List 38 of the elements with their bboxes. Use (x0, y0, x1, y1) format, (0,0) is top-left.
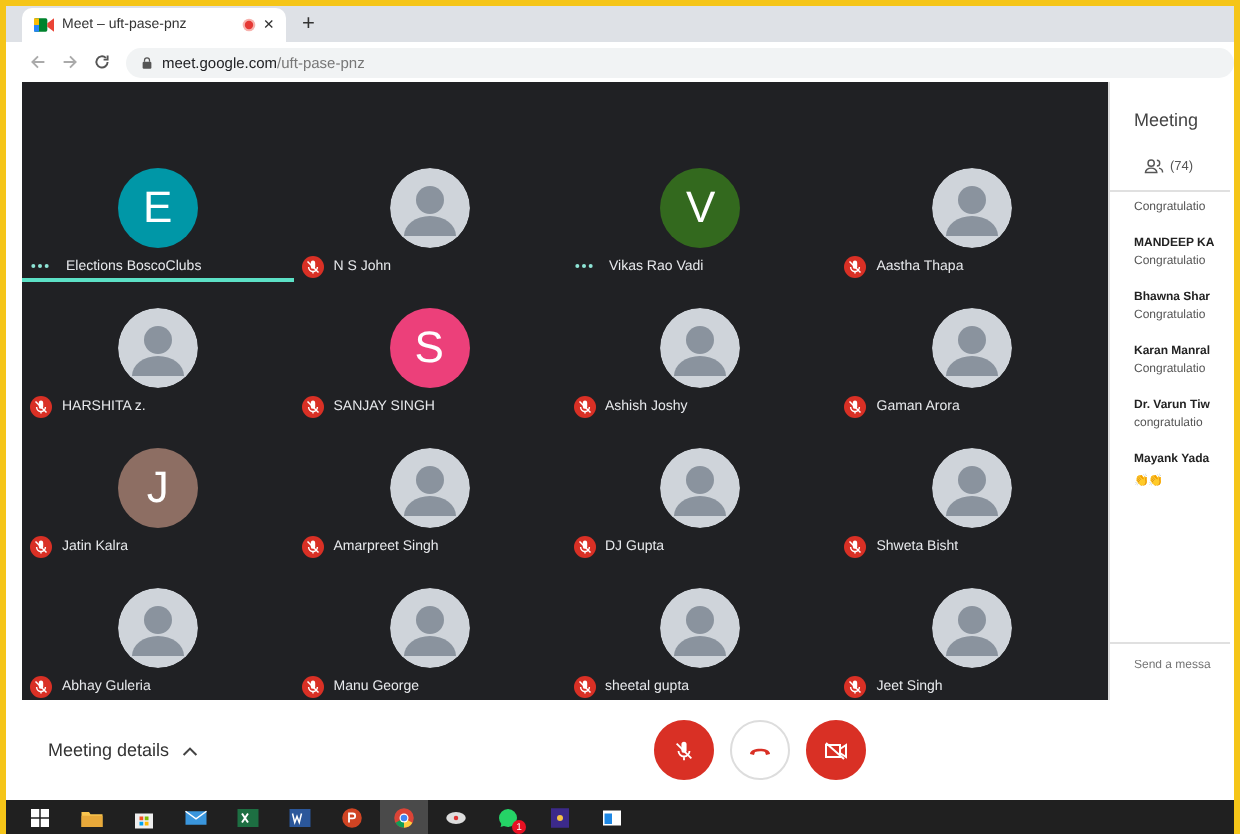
avatar-silhouette (660, 308, 741, 388)
envelope-icon (184, 805, 208, 829)
new-tab-button[interactable]: + (302, 14, 315, 36)
meeting-details-button[interactable]: Meeting details (6, 740, 198, 760)
reload-icon[interactable] (94, 54, 110, 70)
avatar-letter: V (660, 168, 741, 248)
document-icon (288, 805, 312, 829)
avatar-silhouette (389, 448, 470, 528)
avatar-silhouette (389, 588, 470, 668)
avatar-letter: S (389, 308, 470, 388)
avatar-silhouette (932, 588, 1013, 668)
media-player-icon (548, 805, 572, 829)
window-icon (600, 805, 624, 829)
avatar-silhouette (117, 588, 198, 668)
avatar-silhouette (660, 588, 741, 668)
microphone-button[interactable] (654, 720, 714, 780)
taskbar-button[interactable] (380, 800, 428, 834)
people-icon (1144, 158, 1164, 174)
avatar-letter: J (117, 448, 198, 528)
lock-icon (142, 55, 152, 69)
avatar-silhouette (389, 168, 470, 248)
chat-bubble-icon (496, 805, 520, 829)
windows-logo-icon (28, 805, 52, 829)
caret-up-icon (181, 745, 198, 755)
avatar-silhouette (117, 308, 198, 388)
avatar-silhouette (932, 448, 1013, 528)
avatar-silhouette (932, 168, 1013, 248)
spreadsheet-icon (236, 805, 260, 829)
avatar-silhouette (660, 448, 741, 528)
browser-icon (392, 805, 416, 829)
muted-mic-icon (672, 739, 696, 761)
panel-title: Meeting (1132, 108, 1201, 130)
close-tab-button[interactable]: × (263, 16, 274, 34)
camera-off-icon (824, 739, 848, 761)
camera-button[interactable] (806, 720, 866, 780)
avatar-letter: E (117, 168, 198, 248)
presentation-icon (340, 805, 364, 829)
avatar-silhouette (932, 308, 1013, 388)
